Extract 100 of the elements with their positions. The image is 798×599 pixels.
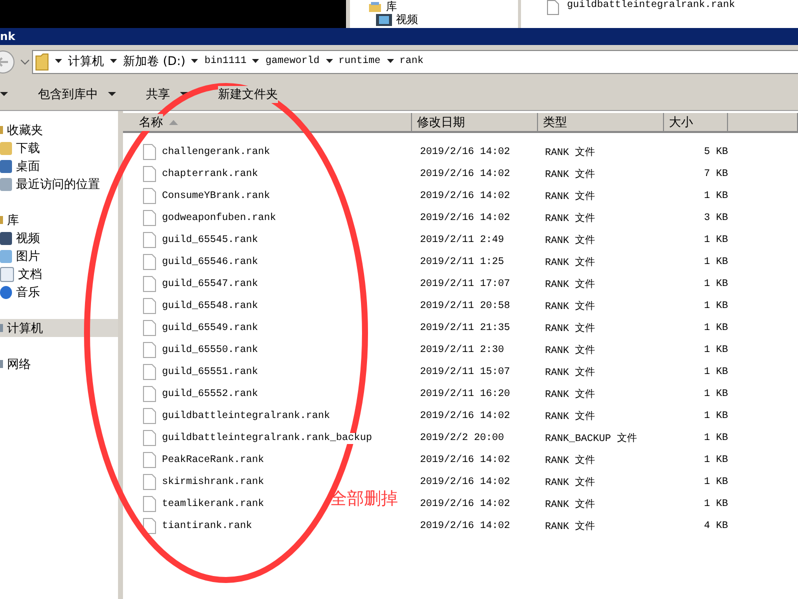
nav-item[interactable]: 视频: [0, 229, 118, 247]
file-name[interactable]: ConsumeYBrank.rank: [162, 190, 270, 202]
toolbar-button[interactable]: [0, 92, 10, 96]
file-name[interactable]: godweaponfuben.rank: [162, 212, 276, 224]
caret-icon[interactable]: [108, 92, 116, 96]
breadcrumb[interactable]: gameworld: [265, 56, 320, 67]
caret-icon[interactable]: [0, 92, 8, 96]
table-cell: 1 KB: [704, 344, 728, 356]
file-icon: [143, 474, 156, 490]
table-cell: 3 KB: [704, 212, 728, 224]
table-cell: 2019/2/16 14:02: [420, 168, 510, 180]
file-name[interactable]: tiantirank.rank: [162, 520, 252, 532]
column-header[interactable]: 名称: [123, 113, 412, 133]
table-cell: 1 KB: [704, 190, 728, 202]
caret-icon[interactable]: [386, 59, 394, 64]
table-cell-text: RANK 文件: [545, 278, 596, 291]
file-name[interactable]: guild_65551.rank: [162, 366, 258, 378]
nav-item[interactable]: 计算机: [0, 319, 118, 337]
table-cell: 2019/2/16 14:02: [420, 476, 510, 488]
file-name[interactable]: guild_65552.rank: [162, 388, 258, 400]
file-name[interactable]: challengerank.rank: [162, 146, 270, 158]
nav-item[interactable]: 图片: [0, 247, 118, 265]
nav-item[interactable]: 音乐: [0, 283, 118, 301]
table-cell-text: RANK 文件: [545, 344, 596, 357]
table-cell: 2019/2/16 14:02: [420, 520, 510, 532]
nav-item[interactable]: 网络: [0, 355, 118, 373]
table-cell: 1 KB: [704, 366, 728, 378]
table-cell-text: RANK 文件: [545, 190, 596, 203]
table-cell: 2019/2/11 2:49: [420, 234, 504, 246]
caret-icon[interactable]: [180, 92, 188, 96]
caret-icon[interactable]: [252, 59, 260, 64]
nav-item[interactable]: 视频: [396, 12, 418, 27]
caret-icon[interactable]: [55, 59, 62, 64]
file-icon: [143, 364, 156, 380]
file-icon: [143, 320, 156, 336]
column-header[interactable]: 类型: [538, 113, 664, 133]
file-icon: [143, 430, 156, 446]
toolbar-button[interactable]: 新建文件夹: [216, 86, 280, 102]
breadcrumb[interactable]: 新加卷 (D:): [123, 53, 186, 70]
caret-icon[interactable]: [191, 59, 198, 64]
table-cell-text: RANK 文件: [545, 454, 596, 467]
table-cell-text: RANK 文件: [545, 300, 596, 313]
file-name[interactable]: guild_65547.rank: [162, 278, 258, 290]
file-name[interactable]: teamlikerank.rank: [162, 498, 264, 510]
caret-icon[interactable]: [326, 59, 332, 64]
file-name[interactable]: guild_65548.rank: [162, 300, 258, 312]
nav-item[interactable]: 最近访问的位置: [0, 175, 118, 193]
table-cell: 5 KB: [704, 146, 728, 158]
nav-item[interactable]: 库: [386, 0, 397, 14]
file-icon: [143, 254, 156, 270]
file-icon: [143, 518, 156, 534]
file-name[interactable]: guild_65546.rank: [162, 256, 258, 268]
breadcrumb[interactable]: bin1111: [204, 56, 246, 67]
table-cell: 1 KB: [704, 432, 728, 444]
file-name[interactable]: guildbattleintegralrank.rank_backup: [162, 432, 372, 444]
file-icon: [143, 386, 156, 402]
nav-item[interactable]: 下载: [0, 139, 118, 157]
file-name[interactable]: chapterrank.rank: [162, 168, 258, 180]
file-icon: [143, 298, 156, 314]
table-cell: 2019/2/2 20:00: [420, 432, 504, 444]
dropdown-caret-icon[interactable]: [20, 58, 30, 66]
file-name[interactable]: skirmishrank.rank: [162, 476, 264, 488]
file-name[interactable]: guild_65549.rank: [162, 322, 258, 334]
table-cell: 1 KB: [704, 300, 728, 312]
table-cell: 1 KB: [704, 476, 728, 488]
table-cell: 7 KB: [704, 168, 728, 180]
table-cell-text: RANK_BACKUP 文件: [545, 432, 638, 445]
nav-item[interactable]: 文档: [0, 265, 118, 283]
table-cell: 1 KB: [704, 256, 728, 268]
table-cell: 2019/2/16 14:02: [420, 190, 510, 202]
file-name[interactable]: PeakRaceRank.rank: [162, 454, 264, 466]
table-cell: 1 KB: [704, 498, 728, 510]
address-bar[interactable]: 计算机 新加卷 (D:) bin1111 gameworld runtime rank: [32, 50, 798, 74]
table-cell: 2019/2/16 14:02: [420, 146, 510, 158]
table-cell-text: RANK 文件: [545, 168, 596, 181]
table-cell-text: RANK 文件: [545, 410, 596, 423]
file-name[interactable]: guildbattleintegralrank.rank: [567, 0, 736, 11]
table-cell: 2019/2/11 17:07: [420, 278, 510, 290]
file-icon: [143, 166, 156, 182]
table-cell-text: RANK 文件: [545, 498, 596, 511]
nav-item[interactable]: 库: [0, 211, 118, 229]
table-cell: 2019/2/11 1:25: [420, 256, 504, 268]
column-header[interactable]: 修改日期: [412, 113, 538, 133]
breadcrumb[interactable]: rank: [400, 56, 424, 67]
table-cell-text: RANK 文件: [545, 476, 596, 489]
film-icon: [376, 14, 392, 26]
column-header[interactable]: 大小: [664, 113, 728, 133]
table-cell: 1 KB: [704, 234, 728, 246]
table-cell: 2019/2/16 14:02: [420, 454, 510, 466]
file-name[interactable]: guildbattleintegralrank.rank: [162, 410, 330, 422]
file-name[interactable]: guild_65545.rank: [162, 234, 258, 246]
sort-arrow-icon: [169, 120, 178, 124]
breadcrumb[interactable]: runtime: [338, 56, 381, 67]
caret-icon[interactable]: [110, 59, 117, 64]
nav-item[interactable]: 桌面: [0, 157, 118, 175]
nav-item[interactable]: 收藏夹: [0, 121, 118, 139]
file-name[interactable]: guild_65550.rank: [162, 344, 258, 356]
breadcrumb[interactable]: 计算机: [68, 53, 104, 70]
file-icon: [143, 144, 156, 160]
file-icon: [143, 452, 156, 468]
